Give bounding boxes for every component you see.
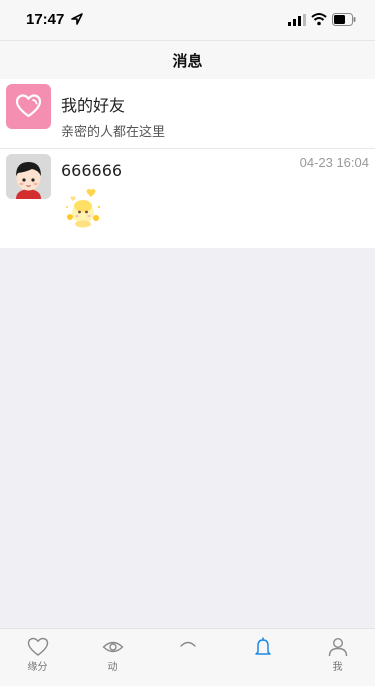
center-arc-icon <box>180 641 196 647</box>
heart-icon <box>15 94 42 118</box>
tab-messages[interactable] <box>225 629 300 686</box>
conversation-subtitle: 亲密的人都在这里 <box>61 125 166 140</box>
tab-label: 动 <box>107 662 118 673</box>
conversation-item-666666[interactable]: 666666 04-23 16:04 <box>0 149 375 248</box>
user-avatar <box>6 154 51 199</box>
status-time: 17:47 <box>26 11 65 28</box>
eye-icon <box>102 641 124 653</box>
signal-icon <box>288 14 306 26</box>
tab-fate[interactable]: 缘分 <box>0 629 75 686</box>
tab-bar: 缘分 动 我 <box>0 628 375 686</box>
tab-moments[interactable]: 动 <box>75 629 150 686</box>
battery-icon <box>332 13 356 26</box>
bell-icon <box>255 637 271 655</box>
tab-center[interactable] <box>150 629 225 686</box>
tab-label: 缘分 <box>27 662 48 673</box>
navigation-bar: 消息 <box>0 40 375 79</box>
friends-avatar <box>6 84 51 129</box>
conversation-title: 666666 <box>61 161 123 180</box>
tab-label: 我 <box>332 662 343 673</box>
conversation-list: 我的好友 亲密的人都在这里 666666 04-23 16:04 <box>0 79 375 248</box>
location-arrow-icon <box>71 13 83 25</box>
wifi-icon <box>311 13 327 26</box>
conversation-item-my-friends[interactable]: 我的好友 亲密的人都在这里 <box>0 79 375 149</box>
heart-outline-icon <box>27 637 49 656</box>
sticker-image <box>66 188 101 228</box>
messages-screen: 17:47 消息 我的好友 亲密的人都在这里 666666 04-23 16:0… <box>0 0 375 686</box>
person-icon <box>328 637 348 657</box>
conversation-title: 我的好友 <box>61 96 126 115</box>
cartoon-boy-avatar <box>6 154 51 199</box>
page-title: 消息 <box>172 52 203 70</box>
status-bar: 17:47 <box>0 0 375 40</box>
conversation-time: 04-23 16:04 <box>299 155 369 170</box>
tab-me[interactable]: 我 <box>300 629 375 686</box>
